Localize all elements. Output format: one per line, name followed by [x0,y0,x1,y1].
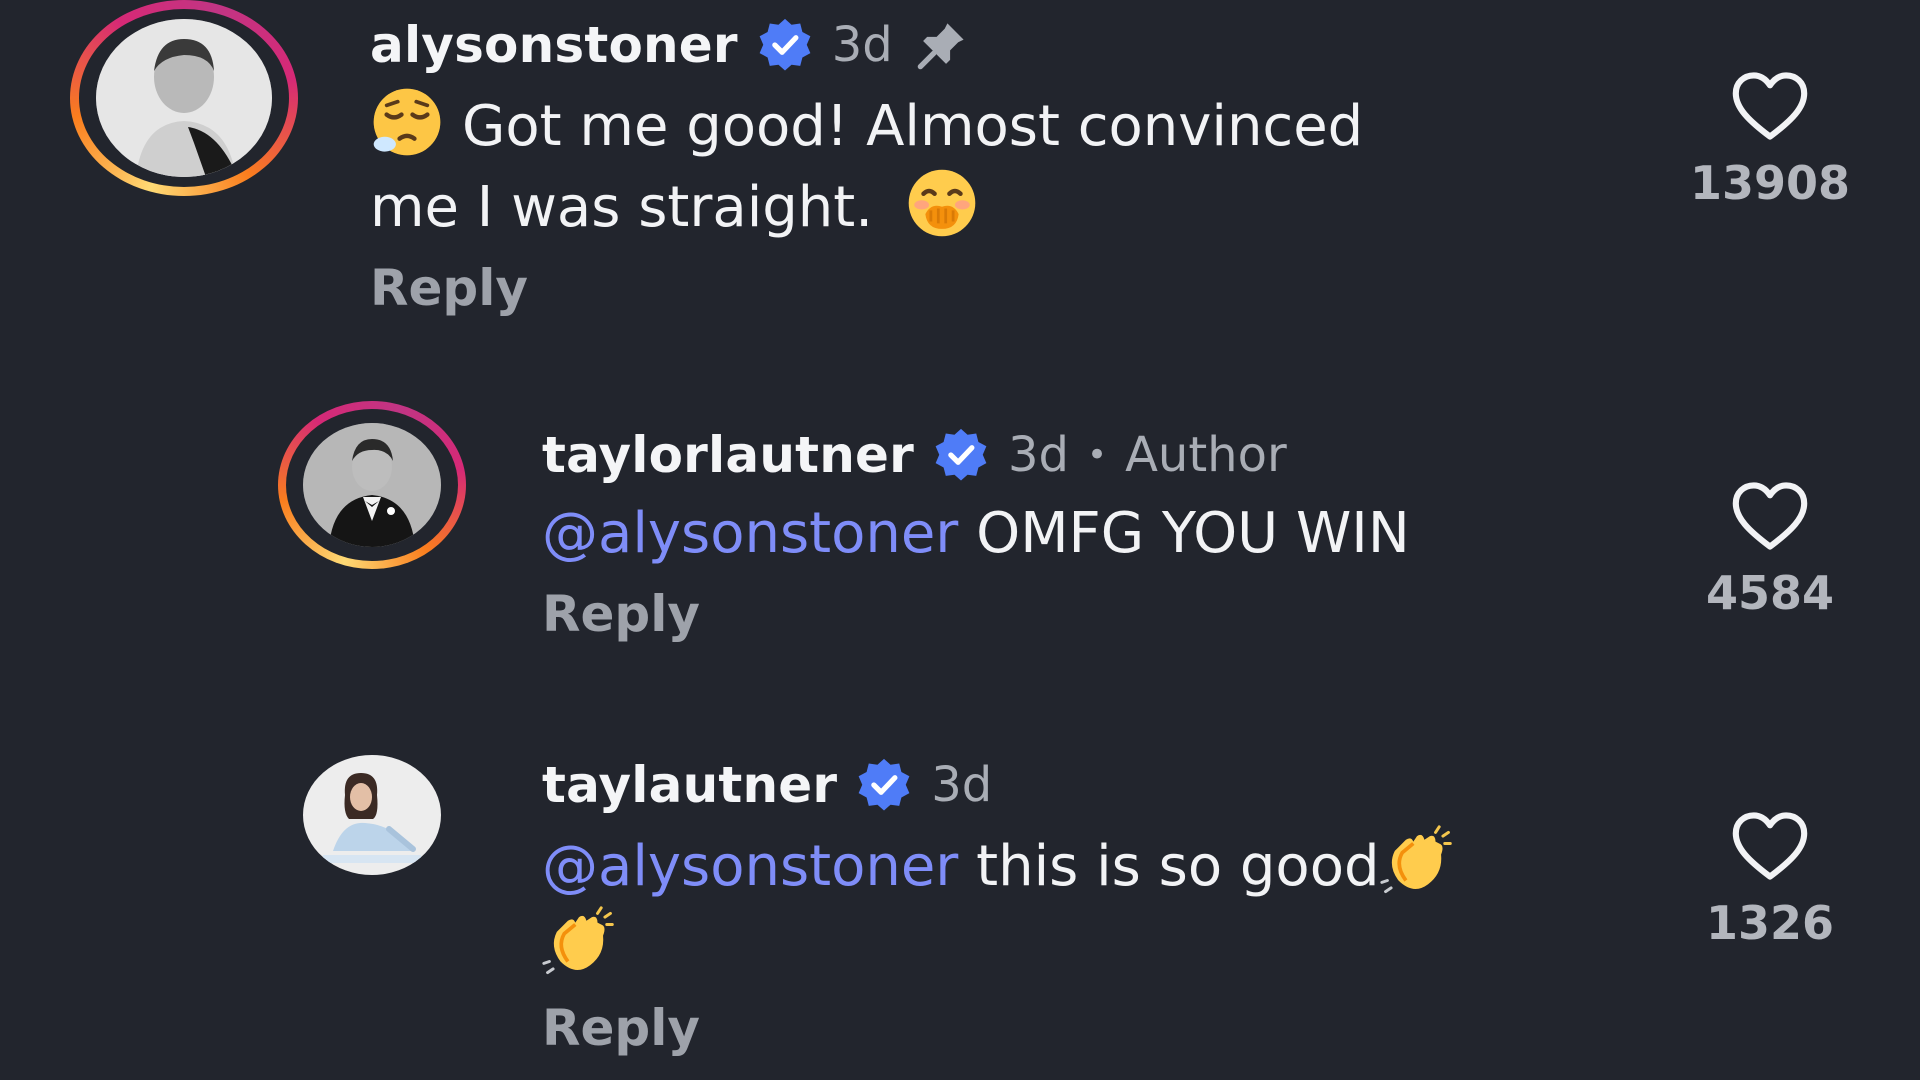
comment-header: taylautner 3d [542,755,1582,815]
timestamp: 3d [831,17,893,73]
avatar-wrap[interactable] [303,755,441,875]
heart-icon[interactable] [1730,810,1810,882]
comment-text-line2: me I was straight. [370,175,874,240]
reply-button[interactable]: Reply [542,585,1642,643]
author-label: Author [1125,427,1287,483]
hand-over-mouth-emoji [908,169,976,237]
timestamp: 3d [931,757,993,813]
like-count: 4584 [1705,566,1835,620]
comment-header: alysonstoner 3d [370,15,1520,75]
avatar-story-ring[interactable] [278,401,466,569]
like-section: 1326 [1690,810,1850,950]
reply-button[interactable]: Reply [370,259,1520,317]
separator-dot: • [1087,435,1108,475]
sleepy-face-emoji [373,88,441,156]
comment-text: @alysonstoner OMFG YOU WIN [542,495,1642,573]
avatar-story-ring[interactable] [70,0,298,196]
reply-button[interactable]: Reply [542,999,1582,1057]
mention-link[interactable]: @alysonstoner [542,501,958,566]
comment-header: taylorlautner 3d • Author [542,425,1642,485]
username[interactable]: taylorlautner [542,426,914,484]
heart-icon[interactable] [1730,70,1810,142]
username[interactable]: taylautner [542,756,837,814]
mention-link[interactable]: @alysonstoner [542,834,958,899]
avatar [303,423,441,547]
like-section: 13908 [1690,70,1850,210]
like-count: 13908 [1690,156,1851,210]
avatar [96,19,272,177]
like-section: 4584 [1690,480,1850,620]
comment-text: Got me good! Almost convinced me I was s… [370,85,1520,247]
heart-icon[interactable] [1730,480,1810,552]
comment-text-body: this is so good [976,834,1380,899]
username[interactable]: alysonstoner [370,16,738,74]
verified-badge-icon [759,18,811,71]
comment-text-line1: Got me good! Almost convinced [462,94,1364,159]
avatar [303,755,441,875]
clapping-hands-emoji [1379,825,1452,894]
verified-badge-icon [935,428,987,481]
comment-text: @alysonstoner this is so good [542,825,1582,987]
clapping-hands-emoji [542,906,614,975]
comment-text-body: OMFG YOU WIN [976,501,1410,566]
pin-icon [917,23,964,70]
verified-badge-icon [858,758,910,811]
timestamp: 3d [1008,427,1070,483]
like-count: 1326 [1705,896,1835,950]
